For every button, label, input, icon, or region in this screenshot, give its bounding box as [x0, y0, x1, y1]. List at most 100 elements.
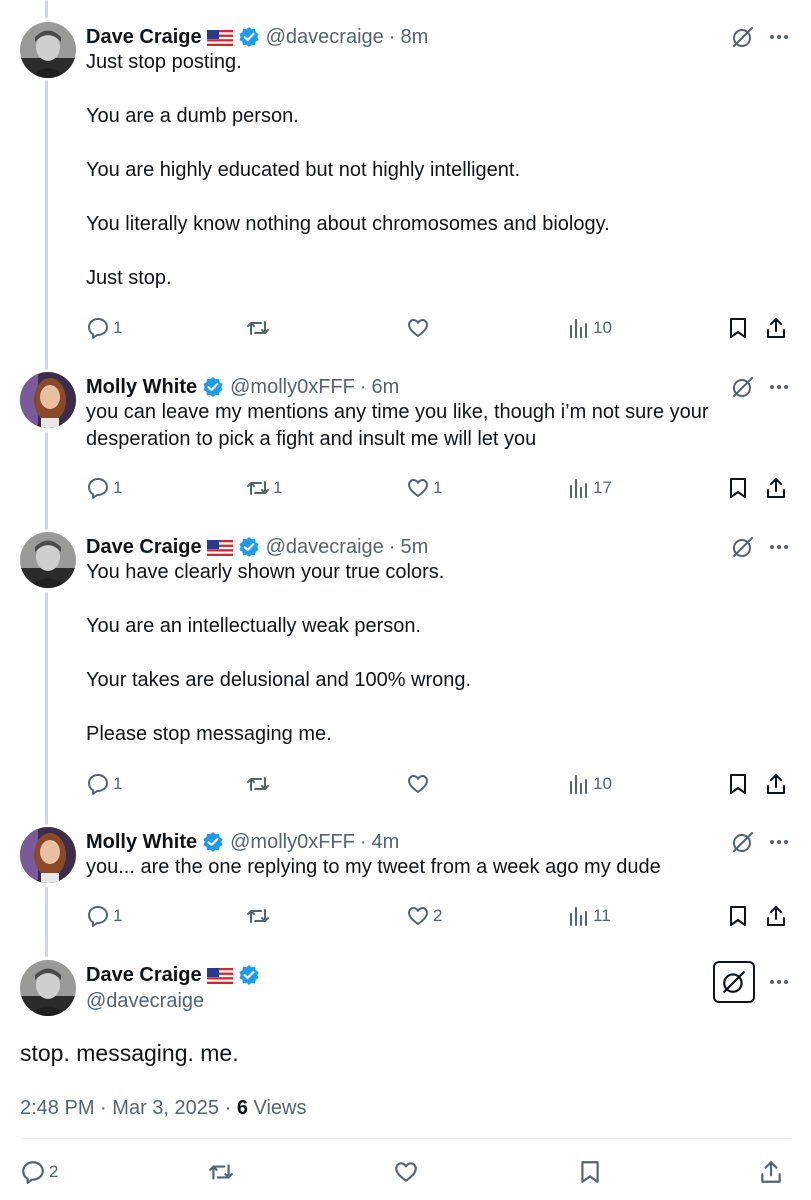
tweet-paragraph: Just stop posting.	[86, 51, 242, 73]
like-button[interactable]	[406, 316, 433, 340]
repost-icon	[247, 321, 269, 335]
author-name[interactable]: Dave Craige	[86, 536, 202, 559]
reply-button[interactable]: 1	[86, 316, 122, 340]
grok-icon[interactable]	[731, 830, 755, 854]
more-icon[interactable]	[767, 830, 791, 854]
views-count: 10	[593, 774, 612, 793]
action-bar: 1 10	[86, 316, 797, 340]
author-name[interactable]: Molly White	[86, 376, 197, 399]
reply-icon	[88, 774, 108, 795]
views-button[interactable]: 17	[566, 476, 612, 500]
reply-count: 1	[113, 906, 123, 925]
avatar-dave[interactable]	[20, 960, 76, 1016]
author-handle[interactable]: @davecraige	[266, 536, 384, 559]
repost-button[interactable]	[246, 316, 273, 340]
grok-button[interactable]	[713, 961, 755, 1003]
avatar-dave[interactable]	[20, 22, 76, 78]
bookmark-icon	[730, 906, 746, 926]
author-handle[interactable]: @molly0xFFF	[230, 831, 355, 854]
action-bar: 1 1 1 17	[86, 476, 797, 500]
share-icon	[767, 774, 785, 794]
repost-count: 1	[273, 478, 283, 497]
share-button[interactable]	[764, 476, 788, 500]
share-button[interactable]	[764, 316, 788, 340]
more-icon[interactable]	[767, 970, 791, 994]
tweet[interactable]: Molly White @molly0xFFF · 4m you... are …	[0, 827, 811, 942]
share-button[interactable]	[764, 772, 788, 796]
verified-badge-icon[interactable]	[238, 964, 260, 986]
reply-count: 1	[113, 318, 123, 337]
separator: ·	[359, 375, 367, 398]
avatar-molly[interactable]	[20, 827, 76, 883]
repost-button[interactable]: 1	[246, 476, 282, 500]
separator: ·	[359, 830, 367, 853]
verified-badge-icon[interactable]	[202, 376, 224, 398]
tweet-paragraph: Your takes are delusional and 100% wrong…	[86, 669, 472, 691]
author-name[interactable]: Dave Craige	[86, 964, 202, 987]
timestamp[interactable]: 8m	[400, 26, 428, 49]
thread-line	[45, 0, 48, 18]
more-icon[interactable]	[767, 25, 791, 49]
share-button[interactable]	[764, 904, 788, 928]
author-name[interactable]: Molly White	[86, 831, 197, 854]
timestamp[interactable]: 6m	[372, 376, 400, 399]
bookmark-button[interactable]	[726, 772, 750, 796]
repost-button[interactable]	[246, 904, 273, 928]
like-button[interactable]: 1	[406, 476, 442, 500]
repost-button[interactable]	[246, 772, 273, 796]
separator: ·	[100, 1097, 107, 1119]
tweet-text: Just stop posting. You are a dumb person…	[86, 49, 786, 292]
reply-button[interactable]: 1	[86, 772, 122, 796]
author-handle[interactable]: @molly0xFFF	[230, 376, 355, 399]
tweet[interactable]: Dave Craige @davecraige · 8m Just stop p…	[0, 22, 811, 352]
grok-icon[interactable]	[731, 535, 755, 559]
reply-button[interactable]: 1	[86, 904, 122, 928]
repost-icon	[247, 777, 269, 791]
bookmark-button[interactable]	[726, 316, 750, 340]
timestamp[interactable]: 4m	[372, 831, 400, 854]
repost-icon	[209, 1164, 233, 1180]
grok-icon	[723, 971, 745, 993]
author-handle[interactable]: @davecraige	[266, 26, 384, 49]
share-icon	[767, 906, 785, 926]
more-icon[interactable]	[767, 375, 791, 399]
verified-badge-icon[interactable]	[238, 536, 260, 558]
views-icon	[570, 907, 587, 926]
more-icon[interactable]	[767, 535, 791, 559]
tweet-paragraph: Please stop messaging me.	[86, 723, 332, 745]
tweet-date[interactable]: Mar 3, 2025	[112, 1097, 219, 1119]
action-bar: 1 10	[86, 772, 797, 796]
like-button[interactable]	[393, 1160, 419, 1184]
views-label: Views	[253, 1097, 307, 1119]
author-handle[interactable]: @davecraige	[86, 990, 204, 1013]
separator: ·	[224, 1097, 232, 1119]
like-button[interactable]: 2	[406, 904, 442, 928]
reply-button[interactable]: 1	[86, 476, 122, 500]
views-button[interactable]: 11	[566, 904, 611, 928]
author-name[interactable]: Dave Craige	[86, 26, 202, 49]
like-button[interactable]	[406, 772, 433, 796]
bookmark-button[interactable]	[577, 1160, 603, 1184]
views-button[interactable]: 10	[566, 772, 612, 796]
bookmark-button[interactable]	[726, 904, 750, 928]
tweet-time[interactable]: 2:48 PM	[20, 1097, 94, 1119]
views-total: 6	[236, 1097, 248, 1119]
avatar-molly[interactable]	[20, 372, 76, 428]
tweet-paragraph: You are highly educated but not highly i…	[86, 159, 521, 181]
avatar-dave[interactable]	[20, 532, 76, 588]
timestamp[interactable]: 5m	[400, 536, 428, 559]
tweet[interactable]: Dave Craige @davecraige · 5m You have cl…	[0, 532, 811, 807]
verified-badge-icon[interactable]	[202, 831, 224, 853]
grok-icon[interactable]	[731, 25, 755, 49]
grok-icon[interactable]	[731, 375, 755, 399]
bookmark-icon	[730, 318, 746, 338]
repost-button[interactable]	[208, 1160, 234, 1184]
reply-button[interactable]: 2	[20, 1160, 58, 1184]
views-button[interactable]: 10	[566, 316, 612, 340]
like-icon	[408, 319, 428, 337]
verified-badge-icon[interactable]	[238, 26, 260, 48]
bookmark-button[interactable]	[726, 476, 750, 500]
like-icon	[408, 907, 428, 925]
tweet[interactable]: Molly White @molly0xFFF · 6m you can lea…	[0, 372, 811, 512]
share-button[interactable]	[758, 1160, 784, 1184]
